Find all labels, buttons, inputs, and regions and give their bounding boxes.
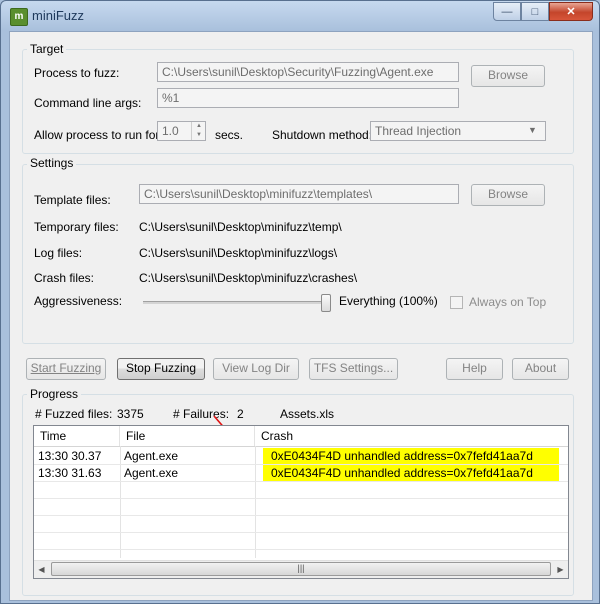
aggressiveness-slider[interactable] <box>143 294 331 312</box>
row-crash: 0xE0434F4D unhandled address=0x7fefd41aa… <box>263 465 559 481</box>
row-file: Agent.exe <box>124 466 179 480</box>
always-on-top-label: Always on Top <box>469 295 547 309</box>
process-label: Process to fuzz: <box>34 66 120 80</box>
window-controls: — □ ✕ <box>493 2 593 21</box>
shutdown-value: Thread Injection <box>375 124 462 138</box>
horizontal-scrollbar[interactable]: ◀ ||| ▶ <box>34 560 568 578</box>
progress-group-label: Progress <box>27 387 82 401</box>
scroll-right-icon[interactable]: ▶ <box>553 562 568 577</box>
shutdown-select[interactable]: Thread Injection <box>370 121 546 141</box>
row-crash: 0xE0434F4D unhandled address=0x7fefd41aa… <box>263 448 559 464</box>
crash-path: C:\Users\sunil\Desktop\minifuzz\crashes\ <box>139 271 358 285</box>
template-label: Template files: <box>34 193 111 207</box>
minifuzz-app-icon: m <box>10 8 28 26</box>
row-time: 13:30 30.37 <box>38 449 102 463</box>
start-fuzzing-button[interactable]: Start Fuzzing <box>26 358 106 380</box>
slider-track <box>143 301 331 304</box>
main-panel: Target Process to fuzz: C:\Users\sunil\D… <box>9 31 593 601</box>
stop-fuzzing-label: Stop Fuzzing <box>125 361 197 375</box>
tfs-settings-button[interactable]: TFS Settings... <box>309 358 398 380</box>
runtime-spin-buttons[interactable]: ▲ ▼ <box>191 122 206 140</box>
table-row-empty <box>34 482 568 499</box>
minimize-icon[interactable]: — <box>493 2 521 21</box>
runtime-label: Allow process to run for: <box>34 128 163 142</box>
target-group-label: Target <box>27 42 67 56</box>
about-label: About <box>524 361 557 375</box>
tfs-settings-label: TFS Settings... <box>313 361 394 375</box>
runtime-unit: secs. <box>215 128 244 142</box>
spin-down-icon[interactable]: ▼ <box>192 131 206 140</box>
table-row[interactable]: 13:30 31.63 Agent.exe 0xE0434F4D unhandl… <box>34 465 568 482</box>
view-log-dir-button[interactable]: View Log Dir <box>213 358 299 380</box>
table-row-empty <box>34 533 568 550</box>
about-button[interactable]: About <box>512 358 569 380</box>
column-header-file[interactable]: File <box>120 426 255 446</box>
log-path: C:\Users\sunil\Desktop\minifuzz\logs\ <box>139 246 338 260</box>
template-field[interactable]: C:\Users\sunil\Desktop\minifuzz\template… <box>139 184 459 204</box>
spin-up-icon[interactable]: ▲ <box>192 122 206 131</box>
table-row-empty <box>34 516 568 533</box>
runtime-value: 1.0 <box>162 124 179 138</box>
args-field[interactable]: %1 <box>157 88 459 108</box>
scroll-grip-icon: ||| <box>297 563 305 573</box>
maximize-icon[interactable]: □ <box>521 2 549 21</box>
table-row-empty <box>34 499 568 516</box>
help-label: Help <box>462 361 487 375</box>
target-browse-button[interactable]: Browse <box>471 65 545 87</box>
scroll-thumb[interactable]: ||| <box>51 562 551 576</box>
help-button[interactable]: Help <box>446 358 503 380</box>
stop-fuzzing-button[interactable]: Stop Fuzzing <box>117 358 205 380</box>
temp-path: C:\Users\sunil\Desktop\minifuzz\temp\ <box>139 220 342 234</box>
close-icon[interactable]: ✕ <box>549 2 593 21</box>
temp-label: Temporary files: <box>34 220 119 234</box>
window-title: miniFuzz <box>32 8 85 23</box>
aggressiveness-value: Everything (100%) <box>339 294 438 308</box>
settings-group-label: Settings <box>27 156 77 170</box>
shutdown-label: Shutdown method: <box>272 128 373 142</box>
always-on-top-checkbox[interactable] <box>450 296 463 309</box>
log-label: Log files: <box>34 246 83 260</box>
title-bar[interactable]: m miniFuzz — □ ✕ <box>1 1 599 31</box>
crash-table[interactable]: Time File Crash 13:30 30.37 Agent.exe 0x… <box>33 425 569 579</box>
view-log-dir-label: View Log Dir <box>222 361 290 375</box>
table-header: Time File Crash <box>34 426 568 447</box>
column-header-time[interactable]: Time <box>34 426 120 446</box>
row-time: 13:30 31.63 <box>38 466 102 480</box>
slider-thumb[interactable] <box>321 294 331 312</box>
fuzzed-files-count: 3375 <box>117 407 144 421</box>
fuzzed-files-label: # Fuzzed files: <box>35 407 113 421</box>
crash-label: Crash files: <box>34 271 95 285</box>
current-file: Assets.xls <box>280 407 335 421</box>
scroll-left-icon[interactable]: ◀ <box>34 562 49 577</box>
start-fuzzing-label: Start Fuzzing <box>30 361 102 375</box>
minifuzz-window: m miniFuzz — □ ✕ Target Process to fuzz:… <box>0 0 600 604</box>
column-header-crash[interactable]: Crash <box>255 426 568 446</box>
process-field[interactable]: C:\Users\sunil\Desktop\Security\Fuzzing\… <box>157 62 459 82</box>
dropdown-arrow-icon[interactable]: ▼ <box>528 125 537 135</box>
aggressiveness-label: Aggressiveness: <box>34 294 123 308</box>
table-row[interactable]: 13:30 30.37 Agent.exe 0xE0434F4D unhandl… <box>34 448 568 465</box>
template-browse-button[interactable]: Browse <box>471 184 545 206</box>
row-file: Agent.exe <box>124 449 179 463</box>
args-label: Command line args: <box>34 96 142 110</box>
